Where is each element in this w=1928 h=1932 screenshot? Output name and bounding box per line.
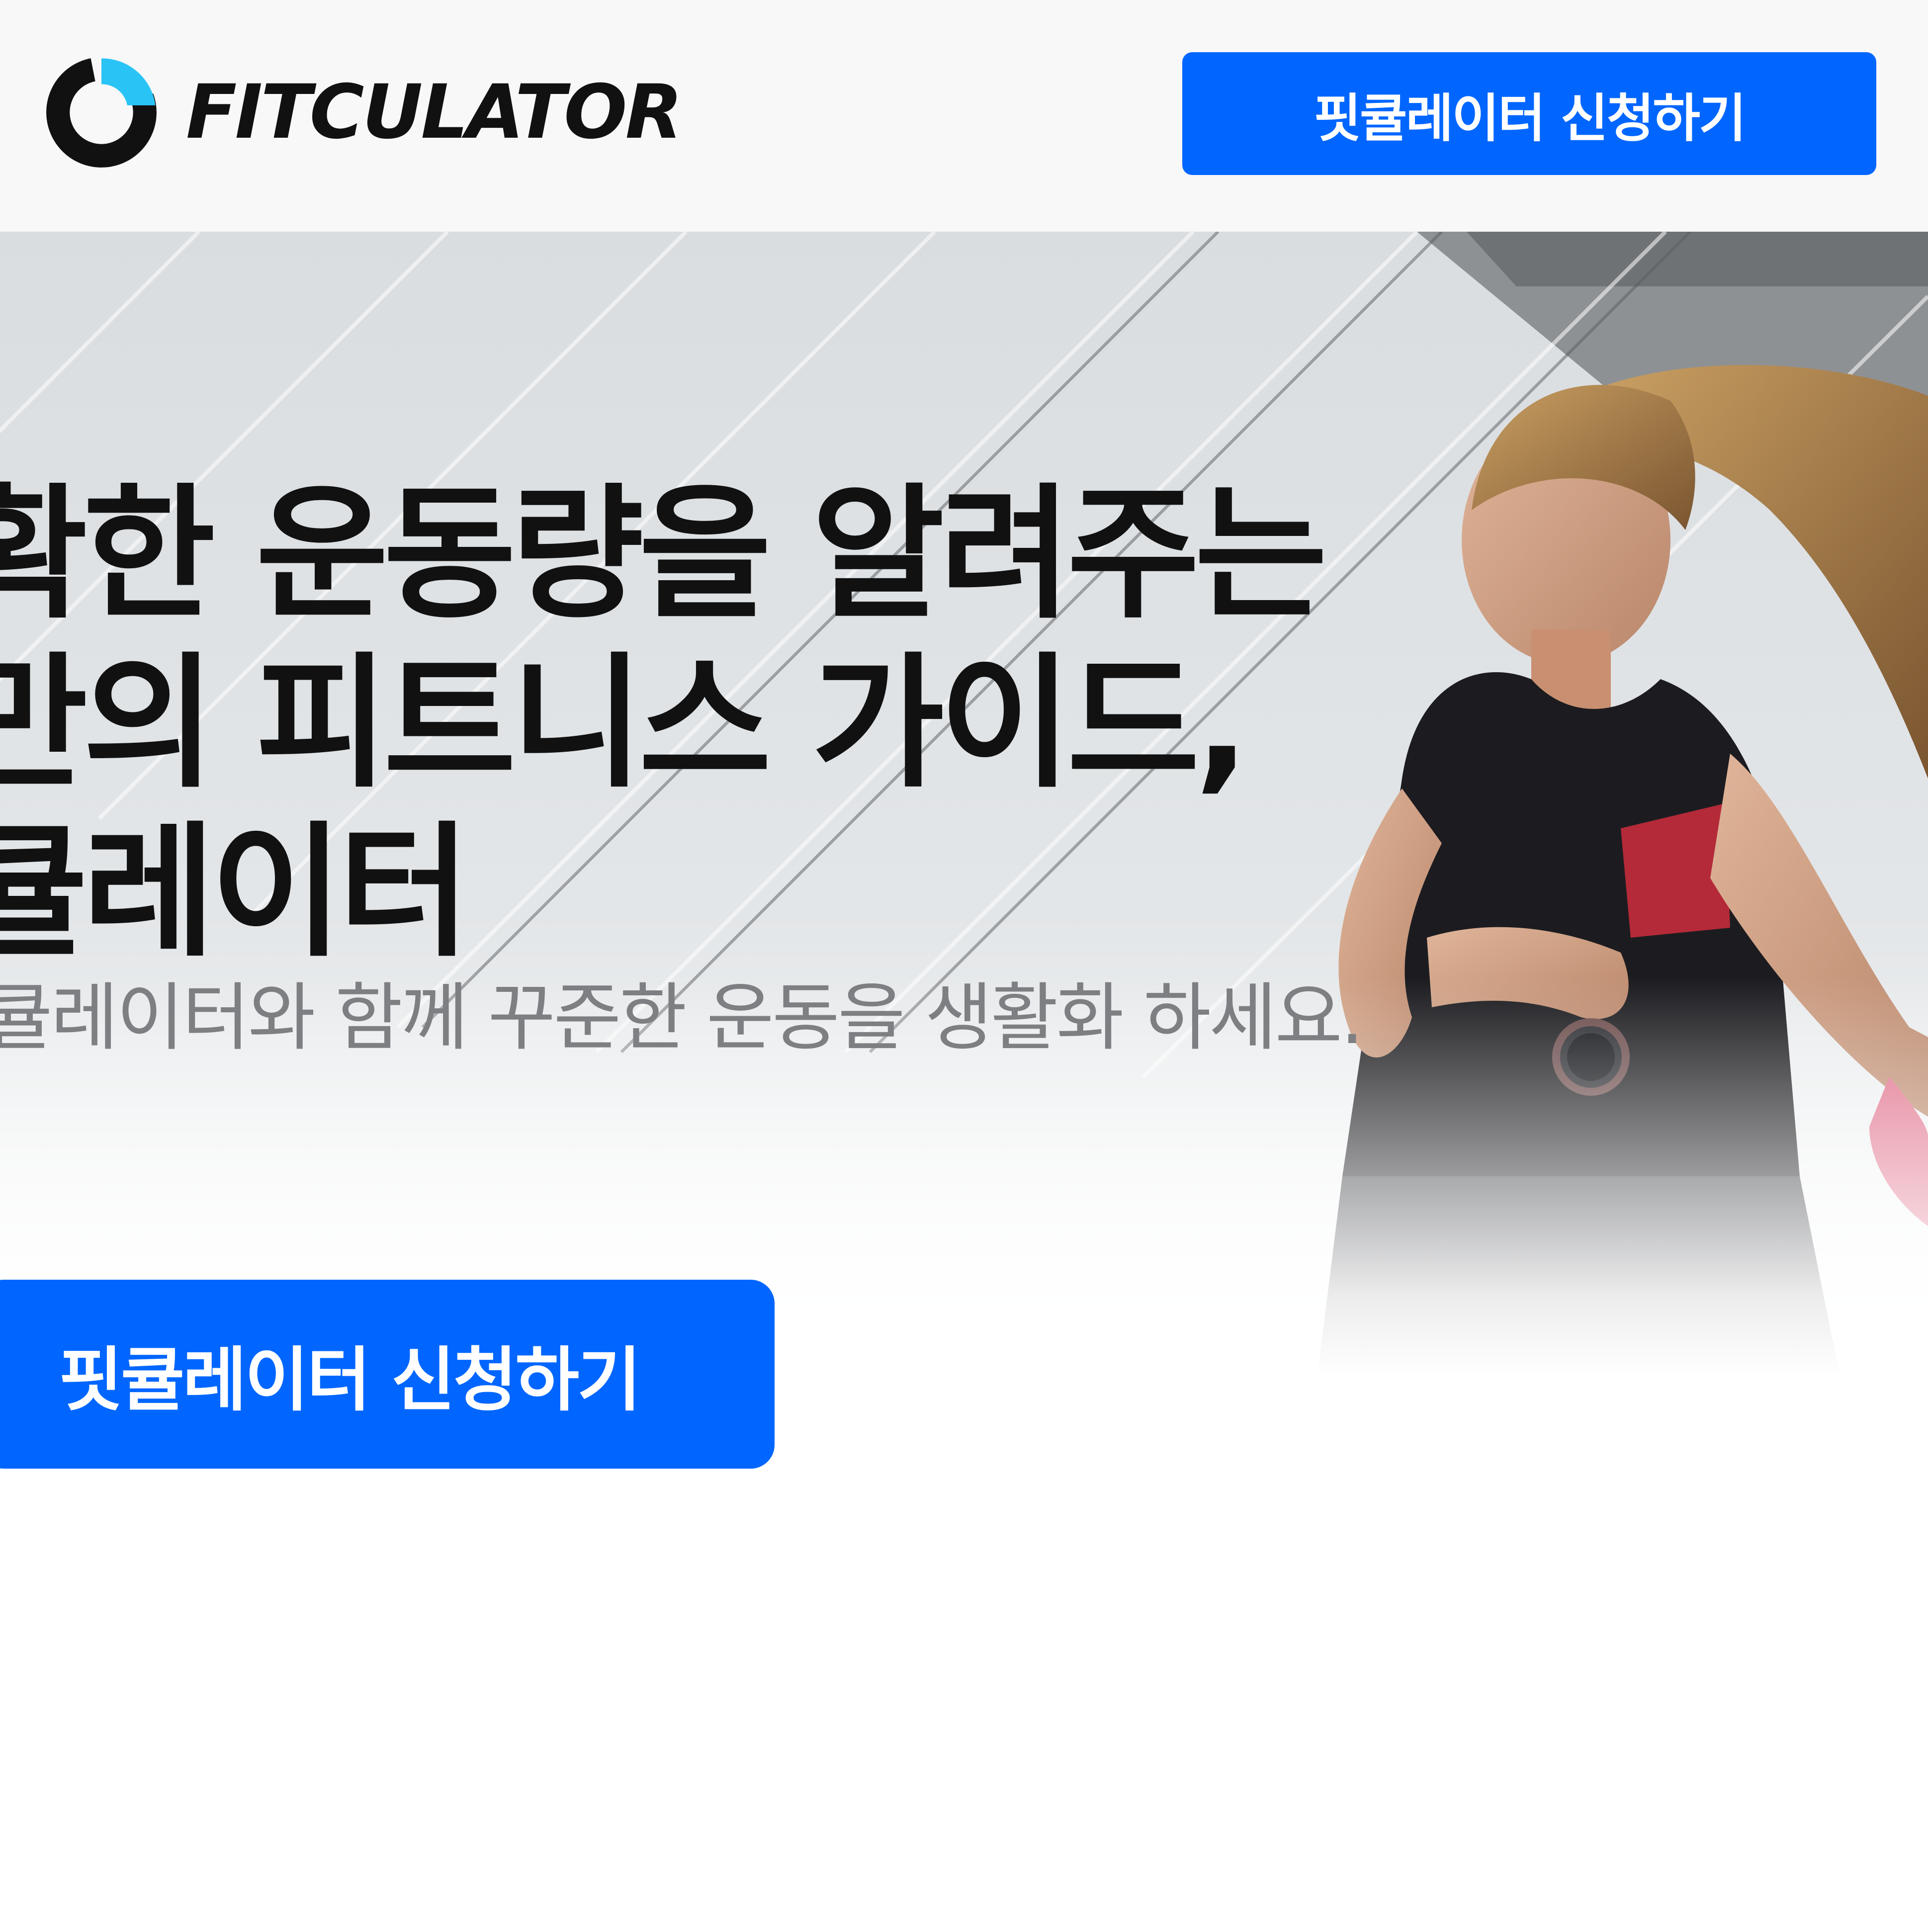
hero-apply-button[interactable]: 핏큘레이터 신청하기 bbox=[0, 1280, 775, 1469]
headline-line-3: 큘레이터 bbox=[0, 809, 471, 976]
headline-line-2: 만의 피트니스 가이드, bbox=[0, 640, 1249, 807]
site-header: FITCULATOR 핏큘레이터 신청하기 bbox=[0, 0, 1928, 232]
hero-headline: 확한 운동량을 알려주는 만의 피트니스 가이드, 큘레이터 bbox=[0, 470, 1327, 977]
hero-subtext: 큘레이터와 함께 꾸준한 운동을 생활화 하세요. bbox=[0, 975, 1364, 1060]
brand-name: FITCULATOR bbox=[186, 69, 683, 156]
hero-section: 확한 운동량을 알려주는 만의 피트니스 가이드, 큘레이터 큘레이터와 함께 … bbox=[0, 232, 1928, 1375]
fitculator-logo[interactable]: FITCULATOR bbox=[43, 53, 683, 172]
fitculator-ring-logo-icon bbox=[46, 57, 157, 168]
headline-line-1: 확한 운동량을 알려주는 bbox=[0, 471, 1327, 638]
header-apply-button[interactable]: 핏큘레이터 신청하기 bbox=[1182, 52, 1876, 175]
landing-page: FITCULATOR 핏큘레이터 신청하기 확한 운동량을 알려주는 만의 피트… bbox=[0, 0, 1928, 1932]
